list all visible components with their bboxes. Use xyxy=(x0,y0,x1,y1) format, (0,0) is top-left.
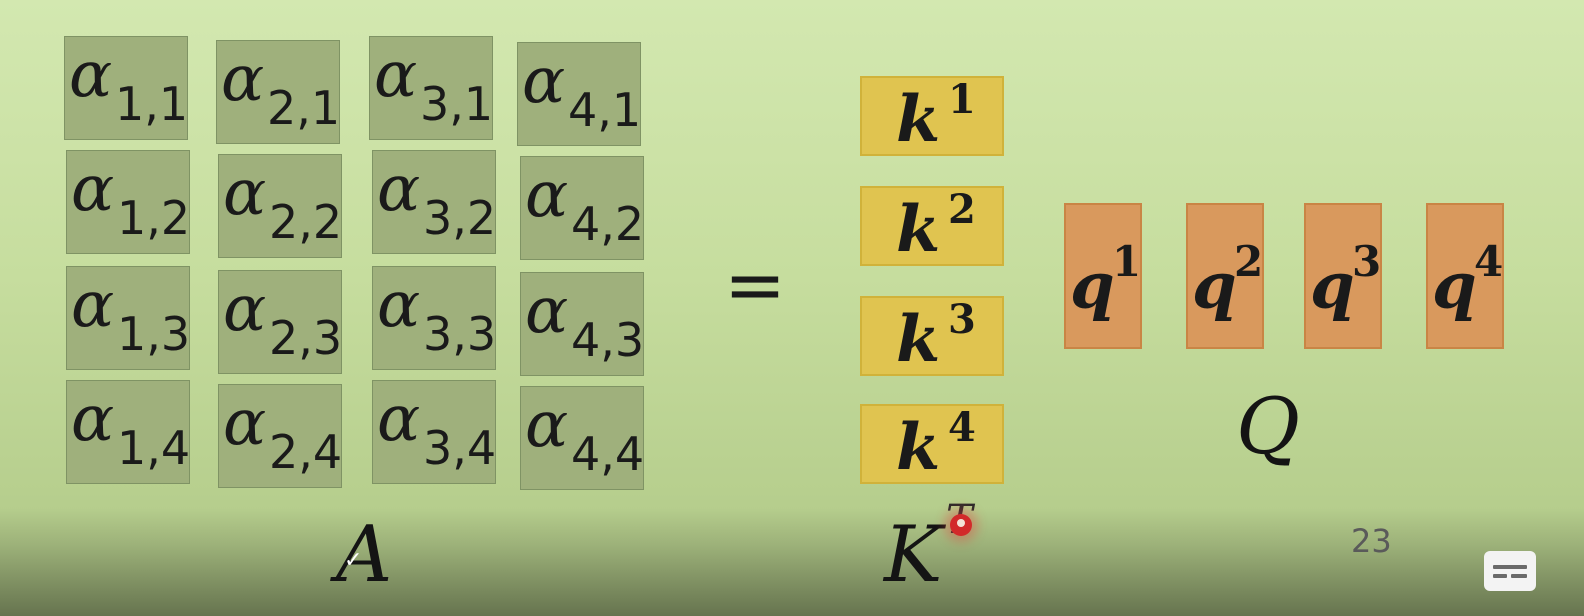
cell-subscript: 3,4 xyxy=(423,421,497,475)
alpha-symbol: α xyxy=(71,382,115,456)
query-symbol: q xyxy=(1432,249,1477,324)
cell-subscript: 2,3 xyxy=(269,311,343,365)
cell-subscript: 2,1 xyxy=(267,81,341,135)
query-superscript: 4 xyxy=(1474,237,1504,286)
alpha-symbol: α xyxy=(377,152,421,226)
key-symbol: k xyxy=(896,302,941,377)
alpha-symbol: α xyxy=(374,38,418,112)
cell-subscript: 4,3 xyxy=(571,313,645,367)
matrix-cell: α 3,2 xyxy=(372,150,496,254)
player-overlay xyxy=(0,508,1584,616)
alpha-symbol: α xyxy=(223,156,267,230)
alpha-symbol: α xyxy=(522,44,566,118)
cell-subscript: 3,1 xyxy=(420,77,494,131)
matrix-cell: α 1,3 xyxy=(66,266,190,370)
matrix-cell: α 3,3 xyxy=(372,266,496,370)
query-symbol: q xyxy=(1310,249,1355,324)
laser-pointer-icon xyxy=(950,514,972,536)
query-superscript: 1 xyxy=(1112,237,1142,286)
key-superscript: 3 xyxy=(948,296,976,343)
matrix-cell: α 2,2 xyxy=(218,154,342,258)
matrix-cell: α 2,4 xyxy=(218,384,342,488)
query-column: q 1 xyxy=(1064,203,1142,349)
alpha-symbol: α xyxy=(525,158,569,232)
cell-subscript: 1,1 xyxy=(115,77,189,131)
matrix-cell: α 1,1 xyxy=(64,36,188,140)
matrix-cell: α 2,1 xyxy=(216,40,340,144)
slide-number: 23 xyxy=(1351,522,1392,560)
cell-subscript: 3,2 xyxy=(423,191,497,245)
matrix-cell: α 4,3 xyxy=(520,272,644,376)
cell-subscript: 1,2 xyxy=(117,191,191,245)
equals-sign: = xyxy=(724,242,787,328)
key-superscript: 4 xyxy=(948,404,976,451)
alpha-symbol: α xyxy=(377,268,421,342)
matrix-cell: α 1,2 xyxy=(66,150,190,254)
cell-subscript: 1,3 xyxy=(117,307,191,361)
matrix-cell: α 3,4 xyxy=(372,380,496,484)
query-column: q 4 xyxy=(1426,203,1504,349)
matrix-cell: α 3,1 xyxy=(369,36,493,140)
query-superscript: 3 xyxy=(1352,237,1382,286)
query-column: q 3 xyxy=(1304,203,1382,349)
alpha-symbol: α xyxy=(69,38,113,112)
key-row: k 4 xyxy=(860,404,1004,484)
matrix-cell: α 4,4 xyxy=(520,386,644,490)
matrix-cell: α 4,2 xyxy=(520,156,644,260)
label-K: K xyxy=(884,510,943,600)
alpha-symbol: α xyxy=(377,382,421,456)
slide: α 1,1 α 2,1 α 3,1 α 4,1 α 1,2 α 2,2 α 3,… xyxy=(0,0,1584,616)
closed-captions-button[interactable] xyxy=(1484,551,1536,591)
key-symbol: k xyxy=(896,82,941,157)
key-row: k 1 xyxy=(860,76,1004,156)
cell-subscript: 2,4 xyxy=(269,425,343,479)
matrix-cell: α 4,1 xyxy=(517,42,641,146)
captions-icon-line xyxy=(1493,574,1507,578)
alpha-symbol: α xyxy=(71,268,115,342)
alpha-symbol: α xyxy=(223,272,267,346)
matrix-cell: α 2,3 xyxy=(218,270,342,374)
query-symbol: q xyxy=(1070,249,1115,324)
label-Q: Q xyxy=(1236,382,1300,472)
key-row: k 3 xyxy=(860,296,1004,376)
cell-subscript: 3,3 xyxy=(423,307,497,361)
cell-subscript: 4,4 xyxy=(571,427,645,481)
checkmark-icon: ✓ xyxy=(344,548,363,573)
key-symbol: k xyxy=(896,192,941,267)
key-superscript: 1 xyxy=(948,76,976,123)
captions-icon-line xyxy=(1511,574,1527,578)
query-superscript: 2 xyxy=(1234,237,1264,286)
cell-subscript: 4,1 xyxy=(568,83,642,137)
cell-subscript: 4,2 xyxy=(571,197,645,251)
key-superscript: 2 xyxy=(948,186,976,233)
query-column: q 2 xyxy=(1186,203,1264,349)
matrix-cell: α 1,4 xyxy=(66,380,190,484)
query-symbol: q xyxy=(1192,249,1237,324)
alpha-symbol: α xyxy=(223,386,267,460)
cell-subscript: 1,4 xyxy=(117,421,191,475)
alpha-symbol: α xyxy=(221,42,265,116)
key-symbol: k xyxy=(896,410,941,485)
cell-subscript: 2,2 xyxy=(269,195,343,249)
captions-icon-line xyxy=(1493,565,1527,569)
alpha-symbol: α xyxy=(525,388,569,462)
alpha-symbol: α xyxy=(71,152,115,226)
alpha-symbol: α xyxy=(525,274,569,348)
key-row: k 2 xyxy=(860,186,1004,266)
